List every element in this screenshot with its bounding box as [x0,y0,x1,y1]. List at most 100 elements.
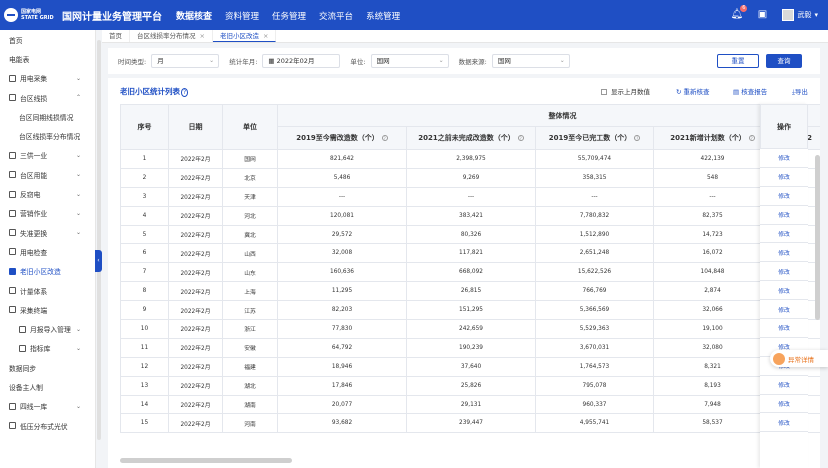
show-last-month-checkbox[interactable]: 显示上月数值 [601,86,650,96]
state-grid-logo[interactable]: 国家电网 STATE GRID [4,8,56,22]
sidebar-item-6[interactable]: 三供一业 ⌄ [0,146,95,165]
sidebar-item-17[interactable]: 数据同步 [0,358,95,377]
line-loss-icon [9,94,16,102]
bell-icon[interactable]: 🔔︎ 6 [730,5,748,21]
table-cell: 11,295 [277,281,407,302]
unit-select[interactable]: 国网 ⌄ [370,54,449,68]
check-report-button[interactable]: ▤ 核查报告 [733,86,767,96]
edit-link[interactable]: 修改 [760,395,808,414]
nav-item-2[interactable]: 任务管理 [272,12,306,22]
table-cell: 2022年2月 [168,337,223,358]
avatar[interactable] [782,9,795,21]
nav-item-1[interactable]: 资料管理 [225,12,259,22]
tab-1[interactable]: 台区线损率分布情况 × [130,30,213,42]
table-cell: --- [277,186,407,207]
edit-link[interactable]: 修改 [760,168,808,187]
edit-link[interactable]: 修改 [760,187,808,206]
tab-label: 老旧小区改造 [219,32,259,40]
sidebar-item-7[interactable]: 台区用能 ⌄ [0,165,95,184]
table-cell: 668,092 [406,262,536,283]
sidebar-item-4[interactable]: 台区同期线损情况 [0,107,95,126]
edit-link[interactable]: 修改 [760,206,808,225]
sidebar-item-2[interactable]: 用电采集 ⌄ [0,69,95,88]
library-icon [9,402,16,410]
chevron-down-icon: ⌄ [75,151,81,159]
vertical-scrollbar[interactable] [815,155,820,320]
sidebar-item-5[interactable]: 台区线损率分布情况 [0,126,95,145]
sidebar-item-3[interactable]: 台区线损 ⌃ [0,88,95,107]
sidebar-item-12[interactable]: 老旧小区改造 [0,262,95,281]
sidebar-item-20[interactable]: 低压分布式光伏 [0,416,95,435]
table-cell: 80,326 [406,224,536,245]
sidebar-item-18[interactable]: 设备主人制 [0,377,95,396]
stat-month-picker[interactable]: ▦ 2022年02月 [262,54,341,68]
tab-0[interactable]: 首页 [102,30,130,42]
sidebar-item-19[interactable]: 四线一库 ⌄ [0,397,95,416]
user-name[interactable]: 武毅 [797,10,811,20]
sidebar-scrollbar[interactable] [97,40,101,440]
table-cell: 9 [120,300,169,321]
edit-link[interactable]: 修改 [760,149,808,168]
help-icon[interactable]: ? [748,135,755,141]
sidebar-item-1[interactable]: 电能表 [0,49,95,68]
sidebar-collapse-button[interactable]: ‹ [95,250,102,272]
table-cell: 15,622,526 [535,262,654,283]
sidebar-item-16[interactable]: 指标库 ⌄ [0,339,95,358]
tab-2[interactable]: 老旧小区改造 × [212,30,277,42]
marketing-icon [9,209,16,217]
edit-link[interactable]: 修改 [760,262,808,282]
table-cell: 960,337 [535,394,654,415]
table-cell: 山西 [222,243,278,264]
recheck-button[interactable]: ↻ 重新核查 [676,86,710,96]
logo-text-en: STATE GRID [21,15,54,21]
edit-link[interactable]: 修改 [760,281,808,301]
col-header-need-renovate: 2019至今需改造数（个）? [277,126,407,150]
sidebar-item-15[interactable]: 月报导入管理 ⌄ [0,319,95,338]
app-title: 国网计量业务管理平台 [62,11,162,23]
query-button[interactable]: 查询 [766,54,802,68]
close-icon[interactable]: × [263,32,268,40]
sidebar-item-9[interactable]: 营销作业 ⌄ [0,204,95,223]
col-header-new-plan: 2021新增计划数（个）? [653,126,772,150]
chevron-down-icon: ⌄ [438,57,444,64]
close-icon[interactable]: × [200,32,205,40]
sidebar-item-0[interactable]: 首页 [0,30,95,49]
time-type-select[interactable]: 月 ⌄ [151,54,220,68]
sidebar-item-13[interactable]: 计量体系 [0,281,95,300]
export-button[interactable]: ⤓导出 [792,86,808,97]
edit-link[interactable]: 修改 [760,319,808,338]
message-icon[interactable]: ▣ [756,9,768,21]
table-cell: 64,792 [277,337,407,358]
help-icon[interactable]: ? [381,135,388,141]
col-header-overall: 整体情况 [276,104,820,127]
chevron-down-icon: ⌄ [75,190,81,198]
data-table-container[interactable]: 序号 日期 单位 整体情况 2019至今需改造数（个）? 2021之前未完成改造… [120,104,820,468]
sidebar-item-label: 老旧小区改造 [20,268,61,277]
help-icon[interactable]: ? [181,88,189,97]
sidebar-item-10[interactable]: 失准更换 ⌄ [0,223,95,242]
sidebar-item-label: 电能表 [9,55,30,64]
folder-icon [19,325,26,333]
table-cell: 58,537 [653,413,772,434]
data-source-select[interactable]: 国网 ⌄ [491,54,570,68]
edit-link[interactable]: 修改 [760,413,808,433]
edit-link[interactable]: 修改 [760,376,808,395]
sidebar-item-14[interactable]: 采集终端 [0,300,95,319]
nav-item-4[interactable]: 系统管理 [366,12,400,22]
edit-link[interactable]: 修改 [760,300,808,320]
sidebar-item-11[interactable]: 用电检查 [0,242,95,261]
check-icon [9,248,16,256]
chevron-down-icon: ⌄ [75,344,81,352]
help-icon[interactable]: ? [517,135,524,141]
sidebar-item-8[interactable]: 反窃电 ⌄ [0,184,95,203]
edit-link[interactable]: 修改 [760,225,808,244]
chevron-down-icon[interactable]: ▾ [814,11,818,19]
reset-button[interactable]: 重置 [717,54,759,68]
nav-item-3[interactable]: 交流平台 [319,12,353,22]
horizontal-scrollbar[interactable] [120,458,292,463]
anomaly-details-button[interactable]: 异常详情 [770,350,828,367]
help-icon[interactable]: ? [634,135,641,141]
table-cell: 6 [120,243,169,264]
nav-item-0[interactable]: 数据核查 [176,12,212,22]
edit-link[interactable]: 修改 [760,243,808,263]
